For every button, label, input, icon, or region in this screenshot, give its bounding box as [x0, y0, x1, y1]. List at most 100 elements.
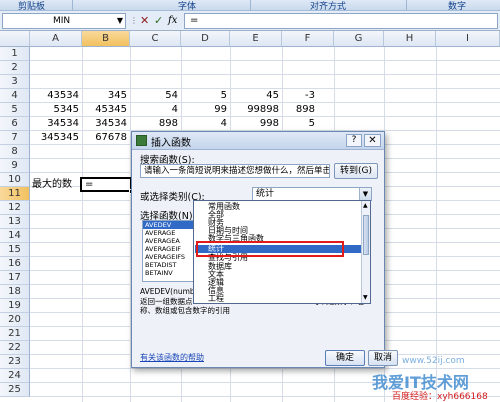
- row-header-14[interactable]: 14: [0, 229, 30, 243]
- cancel-button[interactable]: 取消: [368, 350, 398, 366]
- cell-d6[interactable]: 4: [181, 117, 230, 131]
- cell-c4[interactable]: 54: [130, 89, 181, 103]
- cell-d5[interactable]: 99: [181, 103, 230, 117]
- row-header-5[interactable]: 5: [0, 103, 30, 117]
- dialog-title: 插入函数: [151, 138, 191, 149]
- row-header-18[interactable]: 18: [0, 285, 30, 299]
- row-header-10[interactable]: 10: [0, 173, 30, 187]
- function-item[interactable]: AVERAGEIFS: [143, 253, 197, 261]
- formula-bar: MIN ▼ ⋮ ✕ ✓ fx =: [0, 11, 500, 31]
- row-header-3[interactable]: 3: [0, 75, 30, 89]
- scroll-down-icon[interactable]: ▼: [363, 294, 368, 301]
- scroll-up-icon[interactable]: ▲: [363, 202, 368, 209]
- function-item[interactable]: AVEDEV: [143, 221, 197, 229]
- name-box-value: MIN: [53, 16, 71, 26]
- row-header-16[interactable]: 16: [0, 257, 30, 271]
- cell-e6[interactable]: 998: [230, 117, 282, 131]
- cell-a7[interactable]: 345345: [30, 131, 82, 145]
- dialog-close-button[interactable]: ✕: [364, 134, 381, 147]
- row-header-19[interactable]: 19: [0, 299, 30, 313]
- column-header-b[interactable]: B: [82, 31, 130, 47]
- watermark-url: www.52ij.com: [402, 356, 465, 366]
- cell-b4[interactable]: 345: [82, 89, 130, 103]
- cell-b7[interactable]: 67678: [82, 131, 130, 145]
- row-header-23[interactable]: 23: [0, 355, 30, 369]
- row-header-25[interactable]: 25: [0, 383, 30, 397]
- insert-function-icon[interactable]: fx: [168, 13, 177, 29]
- category-select-value: 统计: [256, 189, 275, 199]
- row-header-21[interactable]: 21: [0, 327, 30, 341]
- scrollbar-thumb[interactable]: [363, 215, 369, 255]
- function-item[interactable]: BETAINV: [143, 269, 197, 277]
- row-header-6[interactable]: 6: [0, 117, 30, 131]
- search-function-input[interactable]: 请输入一条简短说明来描述您想做什么，然后单击“转到”: [140, 164, 330, 178]
- dropdown-scrollbar[interactable]: ▲ ▼: [361, 201, 370, 303]
- ok-button[interactable]: 确定: [325, 350, 365, 366]
- cell-e4[interactable]: 45: [230, 89, 282, 103]
- name-box[interactable]: MIN ▼: [2, 13, 126, 29]
- dialog-title-bar[interactable]: 插入函数 ? ✕: [132, 132, 384, 150]
- column-header-c[interactable]: C: [130, 31, 181, 47]
- function-item[interactable]: AVERAGEIF: [143, 245, 197, 253]
- chevron-down-icon[interactable]: ▼: [359, 188, 371, 200]
- description-line1: 返回一组数据点: [140, 297, 193, 306]
- function-item[interactable]: AVERAGEA: [143, 237, 197, 245]
- cell-a4[interactable]: 43534: [30, 89, 82, 103]
- row-header-4[interactable]: 4: [0, 89, 30, 103]
- column-header-e[interactable]: E: [230, 31, 282, 47]
- formula-bar-grip-icon: ⋮: [130, 16, 138, 25]
- row-header-1[interactable]: 1: [0, 47, 30, 61]
- category-select[interactable]: 统计 ▼: [252, 187, 372, 201]
- row-header-7[interactable]: 7: [0, 131, 30, 145]
- column-header-i[interactable]: I: [436, 31, 500, 47]
- cell-d4[interactable]: 5: [181, 89, 230, 103]
- row-header-17[interactable]: 17: [0, 271, 30, 285]
- column-header-f[interactable]: F: [282, 31, 334, 47]
- column-header-g[interactable]: G: [334, 31, 384, 47]
- highlight-annotation-box: [196, 241, 344, 257]
- formula-buttons: ⋮ ✕ ✓ fx: [128, 13, 182, 29]
- cell-e5[interactable]: 99898: [230, 103, 282, 117]
- active-cell-b11[interactable]: =: [80, 177, 134, 194]
- function-help-link[interactable]: 有关该函数的帮助: [140, 352, 204, 363]
- cell-a5[interactable]: 5345: [30, 103, 82, 117]
- column-header-h[interactable]: H: [384, 31, 436, 47]
- row-header-24[interactable]: 24: [0, 369, 30, 383]
- go-button[interactable]: 转到(G): [334, 163, 378, 179]
- row-header-2[interactable]: 2: [0, 61, 30, 75]
- formula-input[interactable]: =: [184, 13, 498, 29]
- function-item[interactable]: AVERAGE: [143, 229, 197, 237]
- select-all-corner[interactable]: [0, 31, 30, 47]
- row-header-20[interactable]: 20: [0, 313, 30, 327]
- dialog-app-icon: [136, 135, 147, 146]
- function-list[interactable]: AVEDEV AVERAGE AVERAGEA AVERAGEIF AVERAG…: [142, 220, 198, 282]
- cell-f4[interactable]: -3: [282, 89, 318, 103]
- cell-b11-value: =: [85, 179, 94, 190]
- enter-entry-icon[interactable]: ✓: [154, 13, 163, 29]
- category-option[interactable]: 工程: [208, 295, 224, 303]
- cell-c6[interactable]: 898: [130, 117, 181, 131]
- cell-f6[interactable]: 5: [282, 117, 318, 131]
- function-item[interactable]: BETADIST: [143, 261, 197, 269]
- row-header-13[interactable]: 13: [0, 215, 30, 229]
- cell-a11[interactable]: 最大的数: [31, 178, 83, 192]
- dialog-help-button[interactable]: ?: [346, 134, 362, 147]
- cell-c5[interactable]: 4: [130, 103, 181, 117]
- column-header-d[interactable]: D: [181, 31, 230, 47]
- row-header-11[interactable]: 11: [0, 187, 30, 201]
- row-header-12[interactable]: 12: [0, 201, 30, 215]
- row-header-8[interactable]: 8: [0, 145, 30, 159]
- cell-a6[interactable]: 34534: [30, 117, 82, 131]
- watermark-baidu: 百度经验：xyh666168: [392, 392, 488, 402]
- cell-f5[interactable]: 898: [282, 103, 318, 117]
- ribbon-group-strip: 剪贴板 字体 对齐方式 数字: [0, 0, 500, 12]
- chevron-down-icon[interactable]: ▼: [117, 14, 123, 28]
- row-header-22[interactable]: 22: [0, 341, 30, 355]
- column-header-a[interactable]: A: [30, 31, 82, 47]
- cell-b5[interactable]: 45345: [82, 103, 130, 117]
- row-header-9[interactable]: 9: [0, 159, 30, 173]
- row-header-15[interactable]: 15: [0, 243, 30, 257]
- cell-b6[interactable]: 34534: [82, 117, 130, 131]
- description-line2: 称、数组或包含数字的引用: [140, 306, 230, 315]
- cancel-entry-icon[interactable]: ✕: [140, 13, 149, 29]
